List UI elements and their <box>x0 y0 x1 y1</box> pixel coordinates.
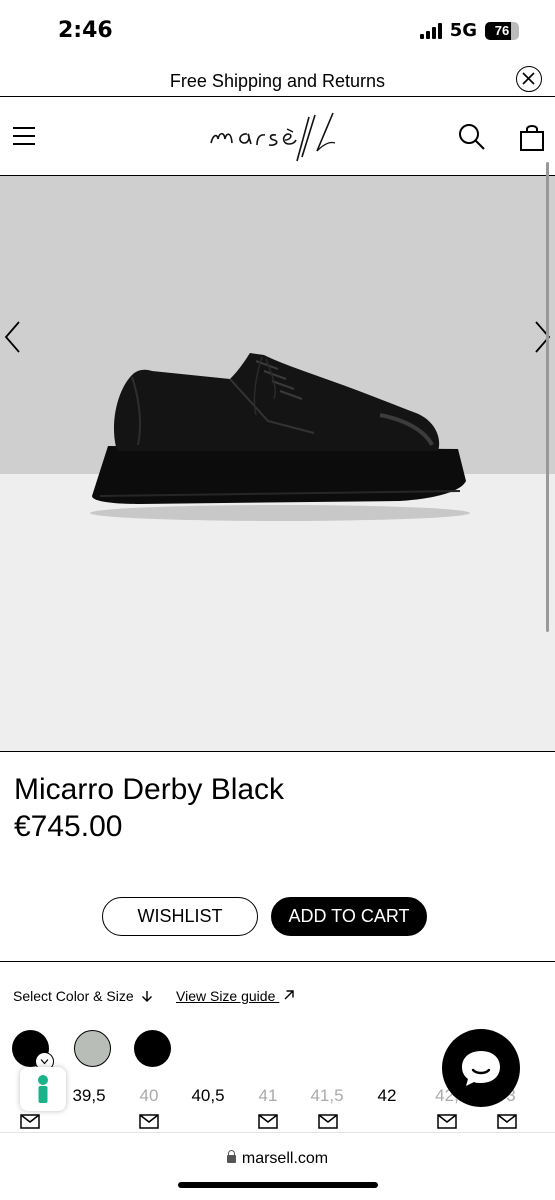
add-to-cart-button[interactable]: ADD TO CART <box>271 897 427 936</box>
promo-banner: Free Shipping and Returns <box>0 62 555 97</box>
status-time: 2:46 <box>58 18 113 43</box>
select-color-size-label[interactable]: Select Color & Size <box>13 988 153 1004</box>
size-guide-text: View Size guide <box>176 988 276 1004</box>
search-icon[interactable] <box>458 123 486 151</box>
lock-icon <box>226 1150 236 1163</box>
product-name: Micarro Derby Black <box>14 773 285 806</box>
mail-icon[interactable] <box>258 1114 278 1129</box>
arrow-down-icon <box>141 991 152 1002</box>
browser-address-bar[interactable]: marsell.com <box>0 1132 555 1200</box>
mail-icon[interactable] <box>318 1114 338 1129</box>
product-price: €745.00 <box>14 810 123 843</box>
product-image <box>90 353 470 521</box>
url-text: marsell.com <box>241 1150 329 1167</box>
arrow-up-right-icon <box>284 990 294 1000</box>
size-option[interactable]: 42 <box>357 1086 417 1106</box>
status-bar: 2:46 5G 76 <box>0 0 555 62</box>
battery-level: 76 <box>494 22 510 38</box>
signal-bars-icon <box>419 22 442 39</box>
mail-icon[interactable] <box>20 1114 40 1129</box>
site-header <box>0 97 555 176</box>
chevron-left-icon[interactable] <box>3 320 23 354</box>
size-option[interactable]: 39,5 <box>59 1086 119 1106</box>
mail-icon[interactable] <box>497 1114 517 1129</box>
mail-icon[interactable] <box>139 1114 159 1129</box>
chat-button[interactable] <box>442 1029 520 1107</box>
size-option[interactable]: 40 <box>119 1086 179 1106</box>
select-color-size-text: Select Color & Size <box>13 988 134 1004</box>
chevron-right-icon[interactable] <box>532 320 552 354</box>
size-guide-link[interactable]: View Size guide <box>176 988 295 1004</box>
status-right: 5G 76 <box>419 20 519 41</box>
brand-logo[interactable] <box>205 109 345 164</box>
size-option[interactable]: 40,5 <box>178 1086 238 1106</box>
section-divider <box>0 961 555 962</box>
mail-icon[interactable] <box>437 1114 457 1129</box>
size-option[interactable]: 41,5 <box>297 1086 357 1106</box>
home-indicator[interactable] <box>178 1182 378 1188</box>
color-swatch-black-2[interactable] <box>134 1030 171 1067</box>
accessibility-icon <box>38 1075 48 1103</box>
page-scrollbar[interactable] <box>546 162 549 632</box>
close-icon[interactable] <box>516 66 542 92</box>
color-swatch-grey[interactable] <box>74 1030 111 1067</box>
battery-icon: 76 <box>485 21 519 40</box>
wishlist-button[interactable]: WISHLIST <box>102 897 258 936</box>
hamburger-menu-icon[interactable] <box>13 127 35 147</box>
network-type: 5G <box>449 20 477 41</box>
size-option[interactable]: 41 <box>238 1086 298 1106</box>
chat-bubble-icon <box>462 1051 500 1086</box>
shopping-bag-icon[interactable] <box>519 123 545 151</box>
product-gallery[interactable] <box>0 176 555 752</box>
accessibility-widget[interactable] <box>20 1067 66 1111</box>
promo-text: Free Shipping and Returns <box>169 71 386 91</box>
address-bar-url[interactable]: marsell.com <box>0 1150 555 1168</box>
